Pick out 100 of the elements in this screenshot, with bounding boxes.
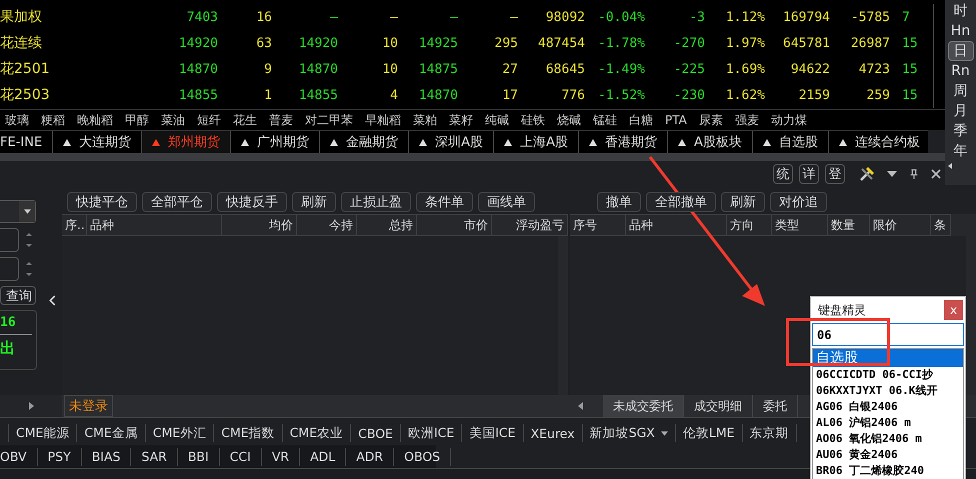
scroll-left-icon[interactable] [578,402,583,410]
period-button[interactable]: 日 [948,41,974,61]
indicator-tab[interactable]: SAR [131,448,178,466]
suggestion-item[interactable]: AO06 氧化铝2406 m [813,431,963,447]
order-tab[interactable]: 委托 [753,395,798,417]
period-button[interactable]: Hn [948,21,974,41]
category-item[interactable]: 菜籽 [443,112,479,128]
action-button[interactable]: 快捷平仓 [67,192,137,212]
order-tab[interactable]: 成交明细 [684,395,753,417]
exchange-tab[interactable]: 美国ICE [462,424,524,442]
indicator-tab[interactable]: BIAS [82,448,132,466]
period-button[interactable]: 月 [948,101,974,121]
category-item[interactable]: 锰硅 [587,112,623,128]
exchange-tab[interactable]: 东京期 [742,424,797,442]
suggestion-item[interactable]: AU06 黄金2406 [813,447,963,463]
caret-icon[interactable] [948,163,952,169]
exchange-tab[interactable]: XEurex [524,424,583,442]
indicator-tab[interactable]: ADR [346,448,394,466]
panel-button[interactable]: 统 [773,164,793,184]
exchange-tab[interactable]: CME外汇 [146,424,214,442]
suggestion-item[interactable]: AL06 沪铝2406 m [813,415,963,431]
indicator-tab[interactable]: CCI [220,448,262,466]
period-button[interactable]: 季 [948,121,974,141]
category-item[interactable]: 强麦 [728,112,765,128]
market-tab[interactable]: 郑州期货 [142,131,232,153]
exchange-tab[interactable]: CME农业 [282,424,352,442]
indicator-tab[interactable]: BBI [178,448,220,466]
exchange-tab[interactable]: 欧洲ICE [400,424,462,442]
indicator-tab[interactable]: ADL [300,448,346,466]
period-button[interactable]: Rn [948,61,974,81]
quote-cell-text: 7 [901,10,911,24]
category-item[interactable]: 甲醇 [119,112,155,128]
close-button[interactable]: x [944,300,963,320]
close-icon[interactable] [931,168,941,178]
period-button[interactable]: 时 [948,1,974,21]
action-button[interactable]: 刷新 [721,192,765,212]
query-button[interactable]: 查询 [0,286,36,305]
category-item[interactable]: 粳稻 [35,112,71,128]
exchange-tab[interactable]: 新加坡SGX [582,424,676,442]
period-button[interactable]: 周 [948,81,974,101]
category-item[interactable]: PTA [659,113,693,127]
column-header[interactable]: 品种 [87,214,222,236]
panel-button[interactable]: 详 [799,164,819,184]
quote-cell-text: -1.52% [597,88,645,102]
category-item[interactable]: 烧碱 [551,112,587,128]
action-button[interactable]: 止损止盈 [341,192,411,212]
exchange-tab[interactable]: 伦敦LME [676,424,743,442]
category-item[interactable]: 白糖 [623,112,659,128]
category-item[interactable]: 晚籼稻 [71,112,119,128]
action-button[interactable]: 全部撤单 [646,192,716,212]
indicator-tab[interactable]: OBV [0,448,38,466]
category-item[interactable]: 普麦 [263,112,299,128]
pin-icon[interactable] [909,168,919,178]
period-button[interactable]: 年 [948,141,974,161]
number-field[interactable] [0,257,19,281]
exchange-tab[interactable]: CBOE [351,424,401,442]
suggestion-item[interactable]: BR06 丁二烯橡胶240 [813,463,963,479]
caret-icon [24,209,30,214]
quote-cell-text: 15 [901,62,919,76]
category-item[interactable]: 纯碱 [479,112,515,128]
category-item[interactable]: 玻璃 [0,112,35,128]
category-item[interactable]: 菜粕 [407,112,443,128]
action-button[interactable]: 条件单 [416,192,473,212]
indicator-tab[interactable]: OBOS [394,448,452,466]
dropdown-field[interactable] [0,200,36,223]
category-item[interactable]: 对二甲苯 [299,112,359,128]
category-item[interactable]: 花生 [227,112,263,128]
category-item[interactable]: 尿素 [692,112,729,128]
quote-cell-text: 94622 [790,62,830,76]
exchange-tab[interactable]: CME能源 [9,424,78,442]
order-label: 出 [0,339,16,358]
category-item[interactable]: 动力煤 [764,112,813,128]
action-button[interactable]: 全部平仓 [142,192,212,212]
category-item[interactable]: 菜油 [155,112,191,128]
order-tab[interactable]: 未成交委托 [603,395,684,417]
category-item[interactable]: 短纤 [191,112,227,128]
exchange-tab[interactable]: CME金属 [77,424,146,442]
category-item[interactable]: 早籼稻 [359,112,407,128]
action-button[interactable]: 刷新 [292,192,336,212]
action-button[interactable]: 撤单 [597,192,641,212]
collapse-icon[interactable] [48,295,56,306]
scrollbar-track[interactable] [966,236,976,395]
account-tab[interactable]: 未登录 [64,395,113,417]
category-item[interactable]: 硅铁 [515,112,551,128]
action-button[interactable]: 画线单 [478,192,535,212]
expand-icon[interactable] [28,402,34,410]
suggestion-item[interactable]: 06CCICDTD 06-CCI抄 [813,367,963,383]
indicator-tab[interactable]: PSY [38,448,82,466]
scrollbar-track[interactable] [558,236,568,395]
exchange-tab[interactable]: CME指数 [214,424,283,442]
action-button[interactable]: 对价追 [770,192,827,212]
tools-icon[interactable] [859,166,875,182]
indicator-tab[interactable]: VR [262,448,300,466]
suggestion-item[interactable]: 06KXXTJYXT 06.K线开 [813,383,963,399]
search-field[interactable]: 06 [812,323,964,346]
number-field[interactable] [0,228,19,252]
action-button[interactable]: 快捷反手 [217,192,287,212]
dropdown-icon[interactable] [887,168,897,178]
panel-button[interactable]: 登 [825,164,845,184]
suggestion-item[interactable]: AG06 白银2406 [813,399,963,415]
